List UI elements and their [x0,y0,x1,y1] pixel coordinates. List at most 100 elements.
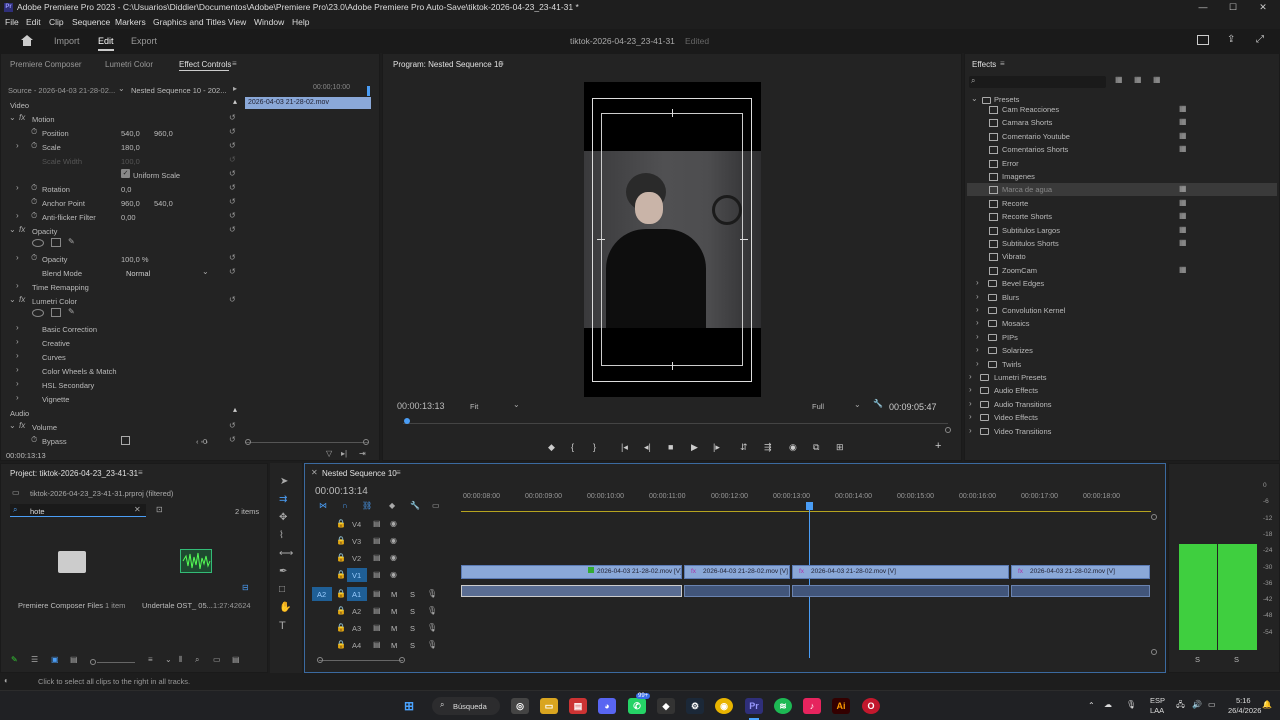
category-expand-icon[interactable]: › [969,399,972,408]
preset-item[interactable]: Imagenes [967,170,1277,183]
opera-icon[interactable]: O [862,698,880,714]
close-button[interactable]: ✕ [1248,0,1278,15]
program-scrub-bar[interactable] [403,423,948,424]
track-label[interactable]: A1 [352,590,361,599]
reset-volume-icon[interactable]: ↺ [229,421,236,430]
reset-position-icon[interactable]: ↺ [229,127,236,136]
ec-zoom-handle-left[interactable] [245,439,251,445]
horizontal-zoom-bar[interactable] [319,660,403,661]
voiceover-mic-icon[interactable]: 🎙 [427,624,437,632]
spotify-icon[interactable]: ≋ [774,698,792,714]
fullscreen-icon[interactable]: ⤢ [1256,34,1264,45]
lock-icon[interactable]: 🔒 [336,607,346,615]
timeline-playhead-handle[interactable] [806,502,813,510]
solo-button[interactable]: S [410,607,415,616]
effect-folder[interactable]: › Solarizes [967,344,1277,357]
category-expand-icon[interactable]: › [969,373,972,381]
play-arrow-icon[interactable]: ▸ [233,85,237,93]
extract-icon[interactable]: ⇶ [764,442,772,453]
maximize-button[interactable]: ☐ [1218,0,1248,15]
filter-icon[interactable]: ▽ [326,450,332,458]
tray-chevron-icon[interactable]: ⌃ [1088,702,1095,710]
menu-markers[interactable]: Markers [115,15,146,29]
solo-left-button[interactable]: S [1195,655,1200,664]
sync-lock-icon[interactable]: ▤ [373,624,381,632]
menu-window[interactable]: Window [254,15,284,29]
mute-button[interactable]: M [391,641,397,650]
pencil-icon[interactable]: ✎ [11,656,18,664]
edit-tab[interactable]: Edit [98,36,114,46]
discord-icon[interactable]: ◕ [598,698,616,714]
slip-tool-icon[interactable]: ⟷ [279,549,293,559]
steam-icon[interactable]: ⚙ [686,698,704,714]
preset-item[interactable]: ZoomCam ▦ [967,264,1277,277]
task-view-icon[interactable]: ◎ [511,698,529,714]
voiceover-mic-icon[interactable]: 🎙 [427,607,437,615]
rotation-value[interactable]: 0,0 [121,185,131,194]
folder-expand-icon[interactable]: › [976,332,979,341]
expand-basic-correction-icon[interactable]: › [16,324,19,332]
fit-select[interactable]: Fit [470,402,478,411]
file-explorer-icon[interactable]: ▭ [540,698,558,714]
expand-hsl-icon[interactable]: › [16,380,19,388]
sync-lock-icon[interactable]: ▤ [373,590,381,598]
multicam-icon[interactable]: ⊞ [836,442,844,453]
effect-category[interactable]: › Video Effects [967,411,1277,424]
preset-item[interactable]: Error [967,157,1277,170]
program-menu-icon[interactable]: ≡ [499,60,504,68]
lumetri-ellipse-mask-icon[interactable] [32,309,44,317]
menu-edit[interactable]: Edit [26,15,41,29]
reset-rotation-icon[interactable]: ↺ [229,183,236,192]
lock-icon[interactable]: 🔒 [336,554,346,562]
play-icon[interactable]: ▶ [691,442,698,453]
clock-date[interactable]: 26/4/2026 [1228,706,1261,715]
opacity-value[interactable]: 100,0 % [121,255,149,264]
solo-button[interactable]: S [410,624,415,633]
eye-icon[interactable]: ◉ [390,520,397,528]
preset-item[interactable]: Cam Reacciones ▦ [967,103,1277,116]
new-bin-icon[interactable]: ▭ [213,656,221,664]
tab-lumetri-color[interactable]: Lumetri Color [105,60,153,69]
thumb-size-handle[interactable] [90,659,96,665]
zoom-handle-left[interactable] [317,657,323,663]
reset-anchor-icon[interactable]: ↺ [229,197,236,206]
lumetri-curves[interactable]: Curves [42,353,66,362]
chevron-down-icon[interactable]: ⌄ [118,85,125,93]
lumetri-creative[interactable]: Creative [42,339,70,348]
preset-item[interactable]: Marca de agua ▦ [967,183,1277,197]
menu-graphics[interactable]: Graphics and Titles [153,15,226,29]
category-expand-icon[interactable]: › [969,413,972,421]
effect-folder[interactable]: › Twirls [967,358,1277,371]
onedrive-icon[interactable]: ☁ [1104,701,1112,709]
lock-icon[interactable]: 🔒 [336,641,346,649]
program-playhead[interactable] [404,418,410,424]
preset-item[interactable]: Camara Shorts ▦ [967,116,1277,129]
mark-out-icon[interactable]: } [593,442,596,452]
pen-mask-icon[interactable]: ✎ [68,238,75,246]
whatsapp-icon[interactable]: ✆ [628,698,646,714]
track-label[interactable]: V3 [352,537,361,546]
effect-folder[interactable]: › Blurs [967,291,1277,304]
expand-creative-icon[interactable]: › [16,338,19,346]
add-marker-icon[interactable]: ◆ [548,442,555,453]
effect-folder[interactable]: › Bevel Edges [967,277,1277,290]
position-x-value[interactable]: 540,0 [121,129,140,138]
vertical-scroll-handle[interactable] [1151,514,1157,520]
menu-view[interactable]: View [228,15,246,29]
yuv-effects-icon[interactable]: ▦ [1153,76,1161,84]
stop-icon[interactable]: ■ [668,442,673,452]
voiceover-mic-icon[interactable]: 🎙 [427,590,437,598]
lock-icon[interactable]: 🔒 [336,520,346,528]
zoom-handle-right[interactable] [399,657,405,663]
expand-antiflicker-icon[interactable]: › [16,212,19,220]
sort-icon[interactable]: ≡ [148,656,153,664]
folder-expand-icon[interactable]: › [976,306,979,314]
microphone-icon[interactable]: 🎙 [1126,701,1136,709]
project-menu-icon[interactable]: ≡ [138,469,143,477]
rect-mask-icon[interactable] [51,238,61,247]
hand-tool-icon[interactable]: ✋ [279,603,291,613]
solo-right-button[interactable]: S [1234,655,1239,664]
expand-opacity-icon[interactable]: › [16,254,19,262]
folder-expand-icon[interactable]: › [976,292,979,301]
snap-icon[interactable]: ∩ [342,502,348,510]
